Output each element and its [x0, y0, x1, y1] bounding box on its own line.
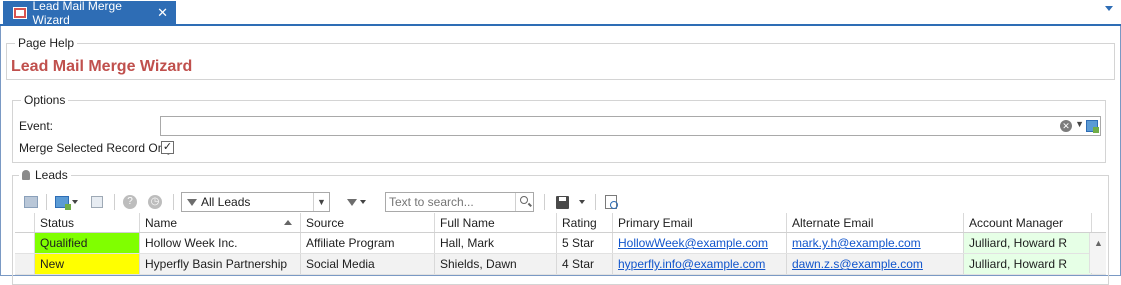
history-icon: ◷: [148, 195, 162, 209]
save-icon: [555, 195, 569, 209]
report-designer-icon: [605, 195, 618, 209]
table-row[interactable]: New Hyperfly Basin Partnership Social Me…: [15, 254, 1106, 275]
leads-group: Leads ? ◷ All Leads ▼ Status Name: [12, 168, 1109, 285]
full-name-cell[interactable]: Hall, Mark: [435, 233, 557, 253]
vertical-scrollbar[interactable]: ▲: [1089, 233, 1106, 273]
alternate-email-link[interactable]: dawn.z.s@example.com: [792, 257, 923, 271]
row-indicator[interactable]: [15, 254, 35, 274]
alternate-email-cell: mark.y.h@example.com: [787, 233, 964, 253]
view-filter-select[interactable]: All Leads ▼: [181, 192, 330, 212]
leads-toolbar: ? ◷ All Leads ▼: [13, 190, 1103, 214]
document-tab-strip: Lead Mail Merge Wizard ✕: [0, 0, 1121, 27]
status-cell[interactable]: New: [35, 254, 140, 274]
search-input[interactable]: [386, 193, 511, 211]
event-lookup-field[interactable]: ✕ ▼: [160, 116, 1101, 136]
column-header-rating[interactable]: Rating: [557, 213, 613, 232]
toolbar-separator: [114, 194, 115, 210]
merge-selected-label: Merge Selected Record Only: [19, 141, 174, 155]
help-icon: ?: [123, 195, 137, 209]
clear-icon[interactable]: ✕: [1060, 120, 1072, 132]
column-header-full-name[interactable]: Full Name: [435, 213, 557, 232]
page-title: Lead Mail Merge Wizard: [11, 58, 193, 75]
page-help-legend: Page Help: [15, 36, 78, 50]
view-filter-value: All Leads: [201, 195, 251, 209]
name-cell[interactable]: Hollow Week Inc.: [140, 233, 301, 253]
column-header-primary-email[interactable]: Primary Email: [613, 213, 787, 232]
toolbar-separator: [46, 194, 47, 210]
source-cell[interactable]: Affiliate Program: [301, 233, 435, 253]
column-header-account-manager[interactable]: Account Manager: [964, 213, 1092, 232]
toolbar-separator: [544, 194, 545, 210]
tab-lead-mail-merge-wizard[interactable]: Lead Mail Merge Wizard ✕: [3, 0, 176, 27]
copy-icon: [91, 196, 103, 208]
grid-layout-button[interactable]: [23, 193, 39, 211]
chevron-down-icon: [71, 200, 78, 204]
new-record-icon: [54, 196, 71, 210]
dropdown-arrow-icon[interactable]: ▼: [313, 193, 329, 211]
search-icon: [520, 196, 528, 204]
primary-email-cell: HollowWeek@example.com: [613, 233, 787, 253]
source-cell[interactable]: Social Media: [301, 254, 435, 274]
new-record-button[interactable]: [53, 193, 79, 211]
page-help-group: Page Help Lead Mail Merge Wizard: [6, 36, 1115, 80]
primary-email-link[interactable]: hyperfly.info@example.com: [618, 257, 765, 271]
row-indicator-header: [15, 213, 35, 232]
rating-cell[interactable]: 4 Star: [557, 254, 613, 274]
search-box: [385, 192, 534, 212]
leads-legend-text: Leads: [35, 168, 68, 182]
rating-cell[interactable]: 5 Star: [557, 233, 613, 253]
column-header-name[interactable]: Name: [140, 213, 301, 232]
grid-header-row: Status Name Source Full Name Rating Prim…: [15, 213, 1106, 233]
options-group: Options Event: ✕ ▼ Merge Selected Record…: [12, 93, 1106, 163]
primary-email-link[interactable]: HollowWeek@example.com: [618, 236, 768, 250]
checkmark-icon: ✓: [162, 141, 173, 153]
account-manager-cell[interactable]: Julliard, Howard R: [964, 233, 1092, 253]
options-legend: Options: [21, 93, 69, 107]
full-name-cell[interactable]: Shields, Dawn: [435, 254, 557, 274]
primary-email-cell: hyperfly.info@example.com: [613, 254, 787, 274]
sort-ascending-icon: [284, 220, 292, 225]
lead-mail-merge-tab-icon: [13, 7, 27, 19]
tab-close-icon[interactable]: ✕: [157, 5, 168, 21]
person-icon: [22, 170, 30, 180]
tab-overflow-dropdown-icon[interactable]: [1105, 6, 1113, 11]
filter-funnel-icon: [187, 198, 197, 206]
event-label: Event:: [19, 119, 54, 133]
filter-button[interactable]: [343, 193, 369, 211]
toolbar-separator: [173, 194, 174, 210]
toolbar-separator: [595, 194, 596, 210]
column-header-status[interactable]: Status: [35, 213, 140, 232]
dropdown-arrow-icon[interactable]: ▼: [1075, 119, 1084, 129]
column-header-name-label: Name: [145, 215, 178, 230]
lookup-book-icon[interactable]: [1086, 120, 1099, 133]
copy-button[interactable]: [89, 193, 105, 211]
status-cell[interactable]: Qualified: [35, 233, 140, 253]
help-button[interactable]: ?: [122, 193, 138, 211]
grid-layout-icon: [24, 196, 38, 208]
filter-funnel-icon: [346, 198, 357, 206]
leads-legend: Leads: [19, 168, 71, 182]
chevron-down-icon: [359, 200, 366, 204]
account-manager-cell[interactable]: Julliard, Howard R: [964, 254, 1092, 274]
alternate-email-cell: dawn.z.s@example.com: [787, 254, 964, 274]
column-header-source[interactable]: Source: [301, 213, 435, 232]
alternate-email-link[interactable]: mark.y.h@example.com: [792, 236, 921, 250]
merge-selected-checkbox[interactable]: ✓: [161, 141, 174, 154]
tab-title: Lead Mail Merge Wizard: [32, 0, 122, 27]
leads-grid: Status Name Source Full Name Rating Prim…: [15, 213, 1106, 275]
name-cell[interactable]: Hyperfly Basin Partnership: [140, 254, 301, 274]
table-row[interactable]: Qualified Hollow Week Inc. Affiliate Pro…: [15, 233, 1106, 254]
chevron-down-icon: [578, 200, 585, 204]
search-button[interactable]: [515, 193, 533, 211]
save-button[interactable]: [553, 193, 587, 211]
history-button[interactable]: ◷: [147, 193, 163, 211]
chevron-up-icon[interactable]: ▲: [1094, 238, 1103, 248]
column-header-alternate-email[interactable]: Alternate Email: [787, 213, 964, 232]
report-designer-button[interactable]: [603, 193, 619, 211]
row-indicator[interactable]: [15, 233, 35, 253]
